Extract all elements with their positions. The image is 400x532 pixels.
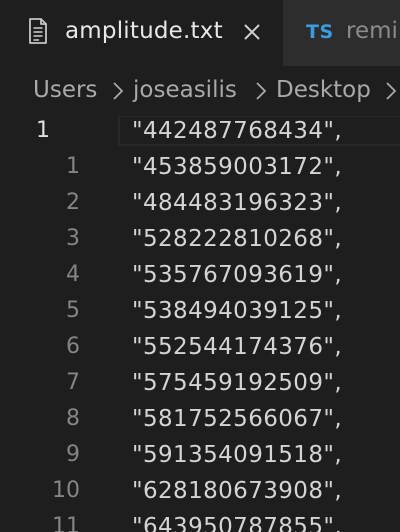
line-text[interactable]: "442487768434", — [132, 117, 342, 145]
typescript-icon: TS — [306, 21, 334, 43]
line-number: 7 — [66, 370, 80, 395]
line-text[interactable]: "591354091518", — [132, 441, 342, 469]
breadcrumb-item-users[interactable]: Users — [33, 77, 97, 103]
line-number: 10 — [52, 478, 80, 503]
code-line[interactable]: 4 "535767093619", — [0, 261, 400, 297]
line-number: 6 — [66, 334, 80, 359]
code-line[interactable]: 1 "442487768434", — [0, 117, 400, 153]
line-text[interactable]: "528222810268", — [132, 225, 342, 253]
line-text[interactable]: "552544174376", — [132, 333, 342, 361]
line-text[interactable]: "643950787855", — [132, 513, 342, 532]
line-number: 5 — [66, 298, 80, 323]
line-number: 1 — [36, 118, 50, 143]
code-line[interactable]: 10 "628180673908", — [0, 477, 400, 513]
chevron-right-icon — [113, 82, 124, 100]
tab-amplitude-txt[interactable]: amplitude.txt — [0, 0, 284, 66]
line-number: 3 — [66, 226, 80, 251]
editor-content[interactable]: 1 "442487768434", 1 "453859003172", 2 "4… — [0, 116, 400, 532]
code-line[interactable]: 11 "643950787855", — [0, 513, 400, 532]
line-text[interactable]: "484483196323", — [132, 189, 342, 217]
code-line[interactable]: 5 "538494039125", — [0, 297, 400, 333]
tab-bar: amplitude.txt TS remi — [0, 0, 400, 66]
tab-label: amplitude.txt — [65, 18, 223, 44]
line-number: 4 — [66, 262, 80, 287]
code-line[interactable]: 8 "581752566067", — [0, 405, 400, 441]
code-line[interactable]: 6 "552544174376", — [0, 333, 400, 369]
line-number: 11 — [52, 514, 80, 532]
code-line[interactable]: 3 "528222810268", — [0, 225, 400, 261]
editor-window: amplitude.txt TS remi Users joseasilis D… — [0, 0, 400, 532]
chevron-right-icon — [256, 82, 267, 100]
line-text[interactable]: "628180673908", — [132, 477, 342, 505]
code-line[interactable]: 9 "591354091518", — [0, 441, 400, 477]
code-line[interactable]: 2 "484483196323", — [0, 189, 400, 225]
line-number: 8 — [66, 406, 80, 431]
line-text[interactable]: "575459192509", — [132, 369, 342, 397]
line-text[interactable]: "453859003172", — [132, 153, 342, 181]
line-text[interactable]: "581752566067", — [132, 405, 342, 433]
code-line[interactable]: 1 "453859003172", — [0, 153, 400, 189]
line-text[interactable]: "535767093619", — [132, 261, 342, 289]
line-text[interactable]: "538494039125", — [132, 297, 342, 325]
line-number: 9 — [66, 442, 80, 467]
line-number: 2 — [66, 190, 80, 215]
breadcrumb-item-joseasilis[interactable]: joseasilis — [133, 77, 237, 103]
chevron-right-icon — [386, 82, 397, 100]
line-number: 1 — [66, 154, 80, 179]
tab-remi[interactable]: TS remi — [284, 0, 400, 66]
tab-label: remi — [346, 18, 398, 44]
breadcrumb-item-desktop[interactable]: Desktop — [276, 77, 371, 103]
breadcrumb: Users joseasilis Desktop — [0, 66, 400, 116]
code-line[interactable]: 7 "575459192509", — [0, 369, 400, 405]
